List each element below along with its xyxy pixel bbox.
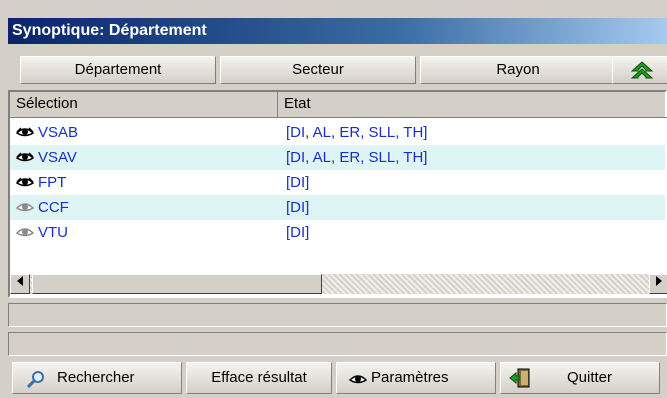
scroll-right-button[interactable] [649,274,667,294]
row-selection: CCF [38,199,69,216]
row-etat: [DI] [286,199,310,216]
parameters-button[interactable]: Paramètres [336,362,496,394]
tab-secteur[interactable]: Secteur [220,56,416,84]
scroll-left-button[interactable] [10,274,30,294]
search-button-label: Rechercher [57,369,135,386]
row-etat: [DI, AL, ER, SLL, TH] [286,149,428,166]
window-title: Synoptique: Département [8,18,667,44]
eye-inactive-icon [16,228,34,237]
table-row[interactable]: VSAV [DI, AL, ER, SLL, TH] [10,145,665,170]
selection-grid: Sélection Etat VSAB [DI, AL, ER, SLL, TH… [8,90,667,298]
tab-rayon[interactable]: Rayon [420,56,616,84]
tab-bar: Département Secteur Rayon [8,46,667,86]
app-window: Synoptique: Département Département Sect… [0,0,667,398]
eye-icon [16,152,34,162]
status-bar-2 [8,332,667,356]
horizontal-scrollbar[interactable] [10,274,667,294]
row-etat: [DI, AL, ER, SLL, TH] [286,124,428,141]
grid-header: Sélection Etat [10,92,667,118]
column-header-selection[interactable]: Sélection [10,92,278,118]
eye-inactive-icon [16,203,34,212]
row-selection: VSAV [38,149,77,166]
quit-button[interactable]: Quitter [500,362,660,394]
table-row[interactable]: VSAB [DI, AL, ER, SLL, TH] [10,120,665,145]
scrollbar-thumb[interactable] [32,274,322,294]
row-etat: [DI] [286,224,310,241]
clear-results-button[interactable]: Efface résultat [186,362,332,394]
scroll-right-icon [656,276,662,286]
table-row[interactable]: VTU [DI] [10,220,665,245]
magnifier-icon [27,371,44,388]
table-row[interactable]: CCF [DI] [10,195,665,220]
quit-button-label: Quitter [567,369,613,386]
eye-icon [16,127,34,137]
row-etat: [DI] [286,174,310,191]
eye-icon [16,177,34,187]
row-selection: FPT [38,174,67,191]
status-bar-1 [8,303,667,327]
parameters-button-label: Paramètres [371,369,449,386]
scroll-left-icon [17,276,23,286]
eye-icon [349,375,367,384]
search-button[interactable]: Rechercher [12,362,182,394]
tab-up-button[interactable] [612,56,667,84]
double-up-arrow-icon [631,61,653,79]
row-selection: VTU [38,224,68,241]
column-header-etat[interactable]: Etat [278,92,667,118]
exit-door-icon [509,368,530,388]
tab-departement[interactable]: Département [20,56,216,84]
table-row[interactable]: FPT [DI] [10,170,665,195]
row-selection: VSAB [38,124,79,141]
